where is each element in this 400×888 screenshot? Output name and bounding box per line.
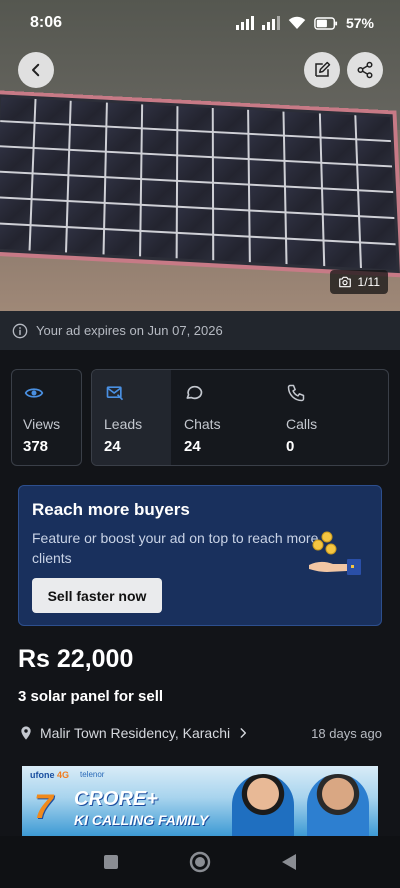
back-nav-icon[interactable] xyxy=(281,853,297,871)
recents-icon[interactable] xyxy=(103,854,119,870)
listing-location-row[interactable]: Malir Town Residency, Karachi 18 days ag… xyxy=(18,724,382,742)
sell-faster-button[interactable]: Sell faster now xyxy=(32,578,162,613)
stat-leads[interactable]: Leads 24 xyxy=(92,369,171,464)
stat-label: Chats xyxy=(184,416,221,432)
solar-panel-image xyxy=(0,90,400,290)
ad-partner: telenor xyxy=(80,770,105,779)
mail-phone-icon xyxy=(106,386,124,401)
status-bar: 8:06 57% xyxy=(0,0,400,46)
listing-title: 3 solar panel for sell xyxy=(18,688,164,705)
camera-icon xyxy=(338,276,351,288)
stat-value: 0 xyxy=(286,438,295,455)
promo-title: Reach more buyers xyxy=(32,500,190,519)
stat-value: 378 xyxy=(23,438,49,455)
location-pin-icon xyxy=(21,726,31,740)
chevron-left-icon xyxy=(32,63,40,77)
coins-hand-icon xyxy=(309,531,361,575)
stat-label: Views xyxy=(23,416,61,432)
ad-banner[interactable]: ufone 4G telenor 7 CRORE+ KI CALLING FAM… xyxy=(22,766,378,836)
ad-person-2 xyxy=(307,774,369,836)
info-icon xyxy=(12,323,28,338)
expiry-text: Your ad expires on Jun 07, 2026 xyxy=(36,323,223,338)
stat-chats[interactable]: Chats 24 xyxy=(172,369,272,464)
posted-time: 18 days ago xyxy=(311,725,382,741)
promo-card: Reach more buyers Feature or boost your … xyxy=(18,485,382,626)
ad-headline: CRORE+ xyxy=(74,788,158,810)
chat-bubble-icon xyxy=(186,385,203,400)
signal-icon xyxy=(235,16,254,30)
status-time: 8:06 xyxy=(30,14,63,31)
stat-calls[interactable]: Calls 0 xyxy=(274,369,374,464)
listing-price: Rs 22,000 xyxy=(18,645,134,673)
eye-icon xyxy=(24,388,44,398)
system-nav-bar xyxy=(0,836,400,888)
stat-label: Calls xyxy=(286,416,318,432)
home-icon[interactable] xyxy=(189,851,211,873)
chevron-right-icon xyxy=(240,728,247,738)
share-button[interactable] xyxy=(347,52,383,88)
ad-tagline: KI CALLING FAMILY xyxy=(74,812,209,828)
back-button[interactable] xyxy=(18,52,54,88)
signal-icon-2 xyxy=(261,16,280,30)
ad-big-number: 7 xyxy=(34,788,53,826)
photo-counter: 1/11 xyxy=(329,270,388,294)
stats-section: Views 378 Leads 24 Chats 24 Calls 0 xyxy=(11,369,389,466)
edit-icon xyxy=(315,61,331,77)
share-icon xyxy=(357,61,373,79)
wifi-icon xyxy=(288,16,306,29)
ad-brand: ufone 4G xyxy=(30,770,70,780)
photo-counter-text: 1/11 xyxy=(357,275,380,289)
stat-value: 24 xyxy=(104,438,121,455)
battery-icon xyxy=(314,16,338,30)
promo-description: Feature or boost your ad on top to reach… xyxy=(32,530,319,566)
expiry-bar: Your ad expires on Jun 07, 2026 xyxy=(0,311,400,350)
phone-icon xyxy=(287,384,305,402)
battery-percent: 57% xyxy=(345,15,374,31)
listing-photo[interactable]: 1/11 xyxy=(0,0,400,311)
location-text: Malir Town Residency, Karachi xyxy=(40,725,231,741)
ad-person-1 xyxy=(232,774,294,836)
stat-value: 24 xyxy=(184,438,201,455)
stat-views[interactable]: Views 378 xyxy=(11,369,82,464)
stat-label: Leads xyxy=(104,416,143,432)
edit-button[interactable] xyxy=(304,52,340,88)
